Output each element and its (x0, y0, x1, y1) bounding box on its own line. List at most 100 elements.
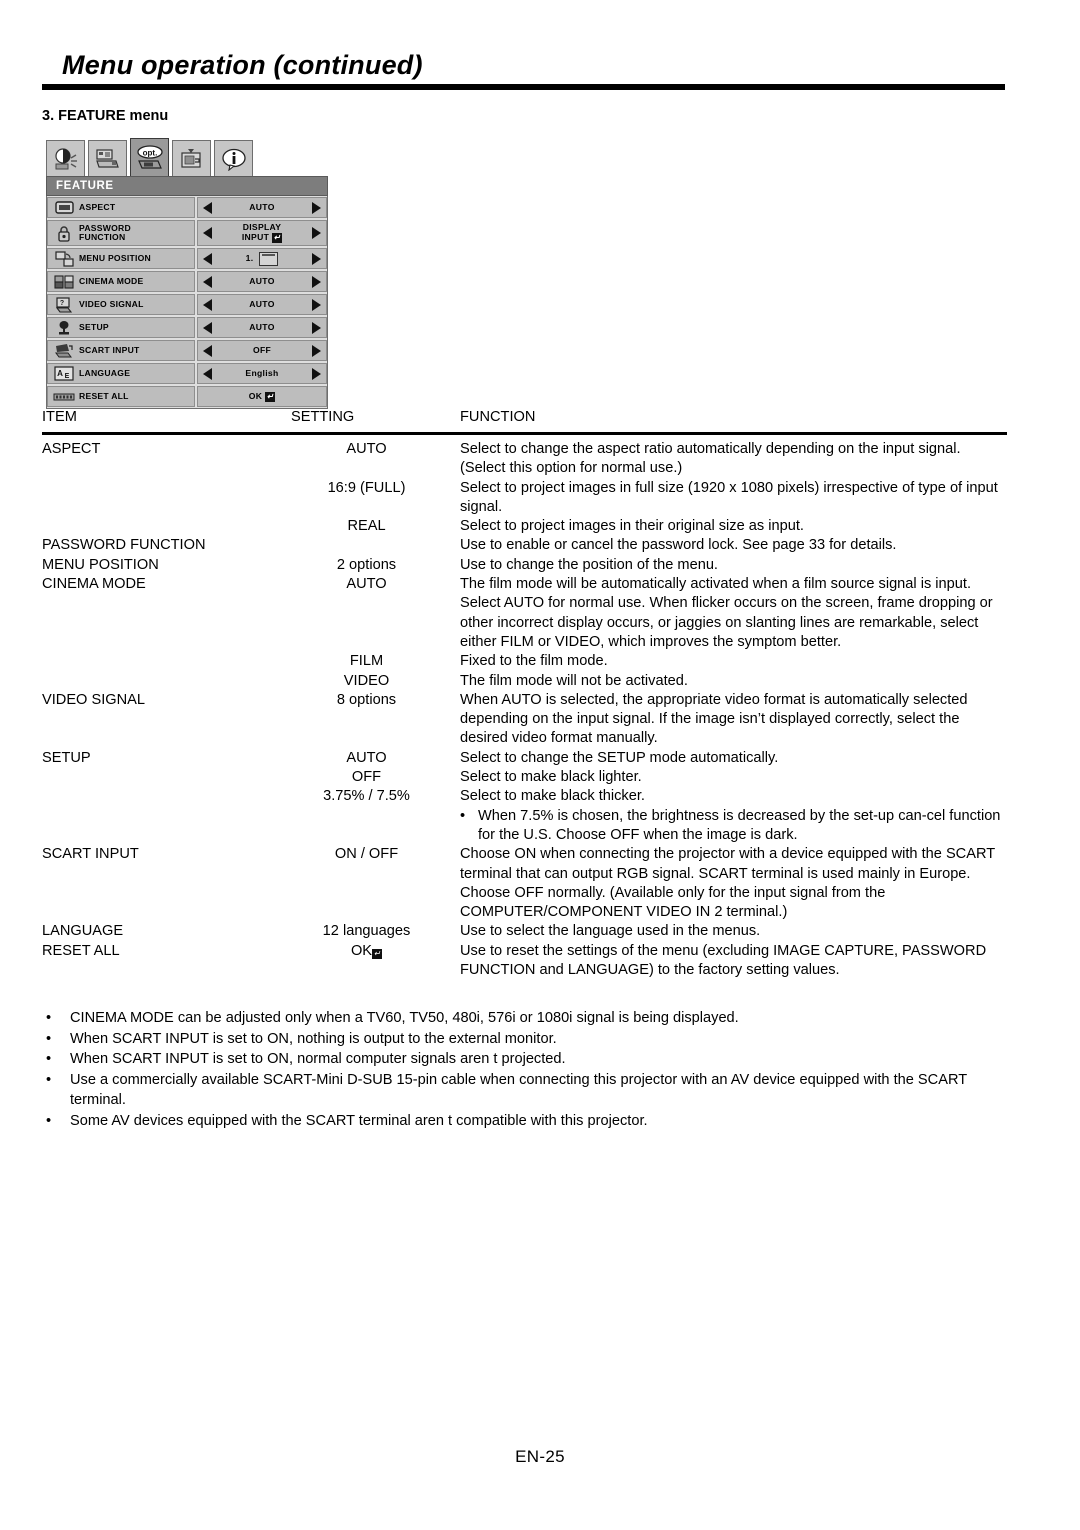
information-tab[interactable] (214, 140, 253, 176)
bullet-icon: • (46, 1071, 52, 1088)
image-tab[interactable] (46, 140, 85, 176)
osd-label-cell: ASPECT (47, 197, 195, 218)
note-item: • CINEMA MODE can be adjusted only when … (42, 1008, 1007, 1029)
left-arrow-icon[interactable] (203, 367, 212, 380)
osd-value-cell[interactable]: OK ↵ (197, 386, 327, 407)
feature-tab[interactable]: opt. (130, 138, 169, 176)
note-text: Some AV devices equipped with the SCART … (70, 1112, 648, 1129)
osd-row-language[interactable]: AE LANGUAGE English (47, 363, 327, 384)
osd-value: OFF (252, 344, 272, 355)
osd-tab-bar: opt. (46, 138, 328, 176)
table-row: REAL Select to project images in their o… (42, 517, 1007, 536)
left-arrow-icon[interactable] (203, 344, 212, 357)
osd-row-aspect[interactable]: ASPECT AUTO (47, 197, 327, 218)
cell-setting: FILM (349, 653, 384, 670)
osd-label-cell: ? VIDEO SIGNAL (47, 294, 195, 315)
right-arrow-icon[interactable] (312, 275, 321, 288)
left-arrow-icon[interactable] (203, 298, 212, 311)
osd-value-cell[interactable]: AUTO (197, 271, 327, 292)
table-row: FILM Fixed to the film mode. (42, 652, 1007, 671)
svg-text:A: A (57, 369, 63, 378)
cell-setting: VIDEO (343, 672, 390, 689)
left-arrow-icon[interactable] (203, 252, 212, 265)
right-arrow-icon[interactable] (312, 344, 321, 357)
left-arrow-icon[interactable] (203, 275, 212, 288)
cell-function-subnote: • When 7.5% is chosen, the brightness is… (460, 807, 1007, 846)
aspect-icon (51, 201, 77, 214)
bullet-icon: • (46, 1030, 52, 1047)
cell-function: The film mode will not be activated. (460, 672, 688, 689)
osd-value-cell[interactable]: DISPLAY INPUT ↵ (197, 220, 327, 246)
osd-value-cell[interactable]: AUTO (197, 197, 327, 218)
signal-icon (180, 148, 201, 168)
cell-setting: 8 options (336, 691, 397, 708)
document-page: Menu operation (continued) 3. FEATURE me… (0, 0, 1080, 1530)
info-icon (221, 148, 246, 171)
osd-value-cell[interactable]: AUTO (197, 294, 327, 315)
cell-setting: 16:9 (FULL) (327, 479, 406, 496)
left-arrow-icon[interactable] (203, 321, 212, 334)
cell-item: VIDEO SIGNAL (42, 691, 145, 708)
osd-label: MENU POSITION (79, 252, 152, 263)
osd-label: CINEMA MODE (79, 275, 144, 286)
cell-setting: REAL (347, 518, 386, 535)
enter-key-icon: ↵ (265, 391, 276, 402)
bullet-icon: • (46, 1010, 52, 1026)
notes-list: • CINEMA MODE can be adjusted only when … (42, 1008, 1007, 1131)
cell-item: CINEMA MODE (42, 576, 146, 593)
signal-tab[interactable] (172, 140, 211, 176)
osd-label: PASSWORD FUNCTION (79, 222, 131, 242)
osd-value: DISPLAY INPUT ↵ (212, 223, 312, 243)
osd-row-scart-input[interactable]: SCART INPUT OFF (47, 340, 327, 361)
table-row: RESET ALL OK ↵ Use to reset the settings … (42, 942, 1007, 981)
table-header-row: ITEM SETTING FUNCTION (42, 408, 1007, 435)
osd-label: SCART INPUT (79, 344, 140, 355)
cell-setting: 2 options (336, 556, 397, 573)
right-arrow-icon[interactable] (312, 201, 321, 214)
osd-value-cell[interactable]: 1. (197, 248, 327, 269)
right-arrow-icon[interactable] (312, 298, 321, 311)
right-arrow-icon[interactable] (312, 321, 321, 334)
title-rule (42, 84, 1005, 90)
cell-setting: 3.75% / 7.5% (323, 788, 410, 805)
osd-value-cell[interactable]: OFF (197, 340, 327, 361)
osd-value-cell[interactable]: AUTO (197, 317, 327, 338)
note-item: • Use a commercially available SCART-Min… (42, 1070, 1007, 1111)
osd-value-cell[interactable]: English (197, 363, 327, 384)
table-row: PASSWORD FUNCTION Use to enable or cance… (42, 536, 1007, 555)
note-item: • When SCART INPUT is set to ON, normal … (42, 1049, 1007, 1070)
cell-item: SCART INPUT (42, 846, 139, 863)
osd-row-list: ASPECT AUTO PASSWORD FUNCTION DISPLAY IN… (46, 196, 328, 409)
osd-row-video-signal[interactable]: ? VIDEO SIGNAL AUTO (47, 294, 327, 315)
right-arrow-icon[interactable] (312, 227, 321, 239)
table-row: SCART INPUT ON / OFF Choose ON when conn… (42, 845, 1007, 922)
osd-row-reset-all[interactable]: RESET ALL OK ↵ (47, 386, 327, 407)
osd-label-cell: PASSWORD FUNCTION (47, 220, 195, 246)
right-arrow-icon[interactable] (312, 252, 321, 265)
osd-menu-screenshot: opt. FEATURE ASPECT AUTO PASSWORD FUNCTI… (46, 138, 328, 409)
osd-value: AUTO (249, 298, 275, 309)
table-body: ASPECT AUTO Select to change the aspect … (42, 434, 1007, 980)
table-row: 16:9 (FULL) Select to project images in … (42, 479, 1007, 518)
cell-item: ASPECT (42, 441, 101, 457)
left-arrow-icon[interactable] (203, 227, 212, 239)
installation-tab[interactable] (88, 140, 127, 176)
osd-row-cinema-mode[interactable]: CINEMA MODE AUTO (47, 271, 327, 292)
note-text: Use a commercially available SCART-Mini … (70, 1071, 967, 1109)
table-row: OFF Select to make black lighter. (42, 768, 1007, 787)
osd-row-password-function[interactable]: PASSWORD FUNCTION DISPLAY INPUT ↵ (47, 220, 327, 246)
cell-function: Use to reset the settings of the menu (e… (460, 942, 987, 979)
osd-label-cell: MENU POSITION (47, 248, 195, 269)
osd-row-setup[interactable]: SETUP AUTO (47, 317, 327, 338)
cell-item: LANGUAGE (42, 923, 124, 940)
table-row: LANGUAGE 12 languages Use to select the … (42, 922, 1007, 941)
cell-setting: AUTO (346, 576, 387, 593)
table-row: MENU POSITION 2 options Use to change th… (42, 556, 1007, 575)
osd-row-menu-position[interactable]: MENU POSITION 1. (47, 248, 327, 269)
cell-item: RESET ALL (42, 942, 120, 959)
cell-function-group: Select to make black thicker. • When 7.5… (460, 787, 1007, 845)
cell-function: Use to enable or cancel the password loc… (460, 537, 897, 554)
bullet-icon: • (46, 1051, 52, 1067)
right-arrow-icon[interactable] (312, 367, 321, 380)
left-arrow-icon[interactable] (203, 201, 212, 214)
